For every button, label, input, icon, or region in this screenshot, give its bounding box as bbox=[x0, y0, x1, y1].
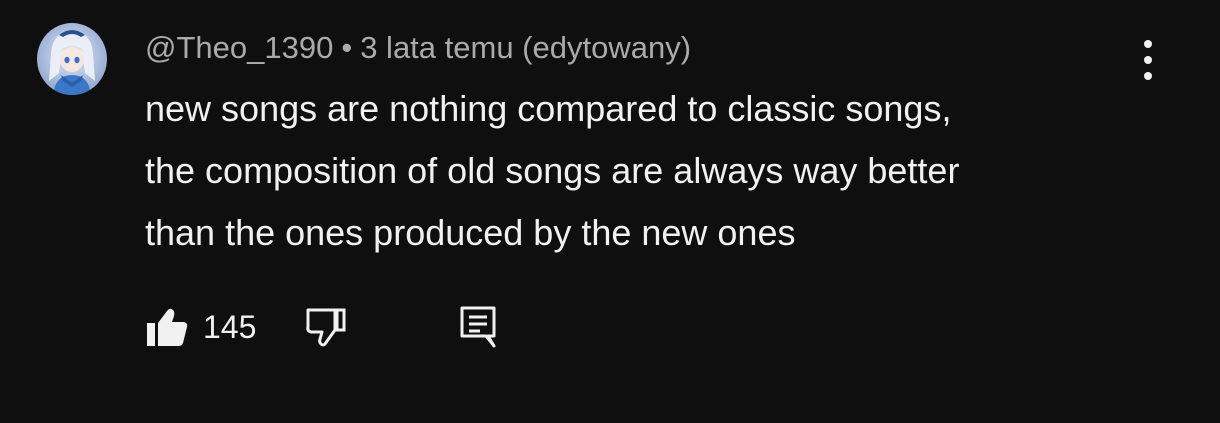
comment-text-line: the composition of old songs are always … bbox=[145, 150, 960, 191]
like-count: 145 bbox=[203, 308, 257, 345]
comment-text-line: than the ones produced by the new ones bbox=[145, 212, 796, 253]
comment-reply-icon bbox=[460, 306, 496, 348]
comment-header: @Theo_1390 • 3 lata temu (edytowany) bbox=[145, 28, 1135, 68]
comment-body: @Theo_1390 • 3 lata temu (edytowany) new s… bbox=[145, 28, 1135, 264]
timestamp[interactable]: 3 lata temu (edytowany) bbox=[360, 30, 691, 65]
dislike-button[interactable] bbox=[304, 306, 348, 348]
thumbs-up-filled-icon bbox=[147, 308, 188, 346]
thumbs-down-outline-icon bbox=[306, 308, 346, 347]
more-vert-icon bbox=[1144, 40, 1152, 48]
more-options-button[interactable] bbox=[1130, 38, 1166, 82]
reply-button[interactable] bbox=[458, 304, 498, 350]
comment-text: new songs are nothing compared to classi… bbox=[145, 78, 1115, 264]
meta-separator: • bbox=[341, 30, 353, 65]
avatar[interactable] bbox=[37, 23, 107, 95]
comment-actions: 145 bbox=[145, 302, 498, 352]
more-vert-icon bbox=[1144, 56, 1152, 64]
comment-text-line: new songs are nothing compared to classi… bbox=[145, 88, 952, 129]
comment-card: @Theo_1390 • 3 lata temu (edytowany) new s… bbox=[0, 0, 1220, 423]
like-button[interactable] bbox=[145, 306, 189, 348]
more-vert-icon bbox=[1144, 72, 1152, 80]
avatar-image bbox=[37, 23, 107, 95]
author-name[interactable]: @Theo_1390 bbox=[145, 30, 333, 65]
